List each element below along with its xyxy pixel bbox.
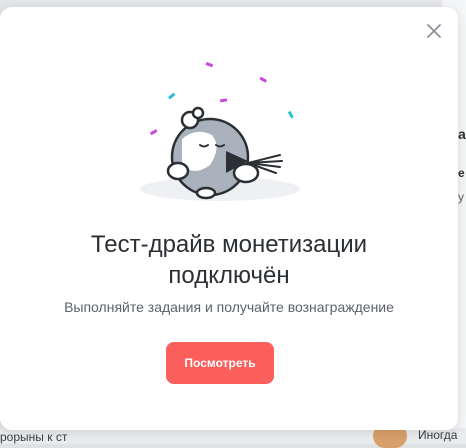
character-paw [232,162,260,184]
character-paw [166,161,190,181]
modal-title-line-1: Тест-драйв монетизации [90,231,368,258]
confetti-piece [168,92,176,100]
confetti-piece [219,98,228,103]
background-bottom-right-text: Иногда [418,428,458,442]
party-blower-character-icon [140,62,300,201]
modal-title-line-2: подключён [168,262,290,289]
background-text-e: e [458,166,465,180]
character-foot [195,186,217,200]
view-button[interactable]: Посмотреть [166,342,274,384]
confetti-piece [149,129,158,136]
background-text-a: а [458,126,466,142]
close-button[interactable] [424,21,444,41]
close-icon [427,24,441,38]
monetization-modal: Тест-драйв монетизации подключён Выполня… [0,7,458,430]
character-ear [191,106,205,120]
background-bottom-text: рорыны к ст [0,430,68,444]
confetti-piece [259,76,267,83]
modal-title: Тест-драйв монетизации подключён [0,229,458,291]
background-text-y: y [458,190,464,204]
modal-subtitle: Выполняйте задания и получайте вознаграж… [64,299,394,315]
confetti-piece [205,62,214,68]
confetti-piece [287,110,294,119]
